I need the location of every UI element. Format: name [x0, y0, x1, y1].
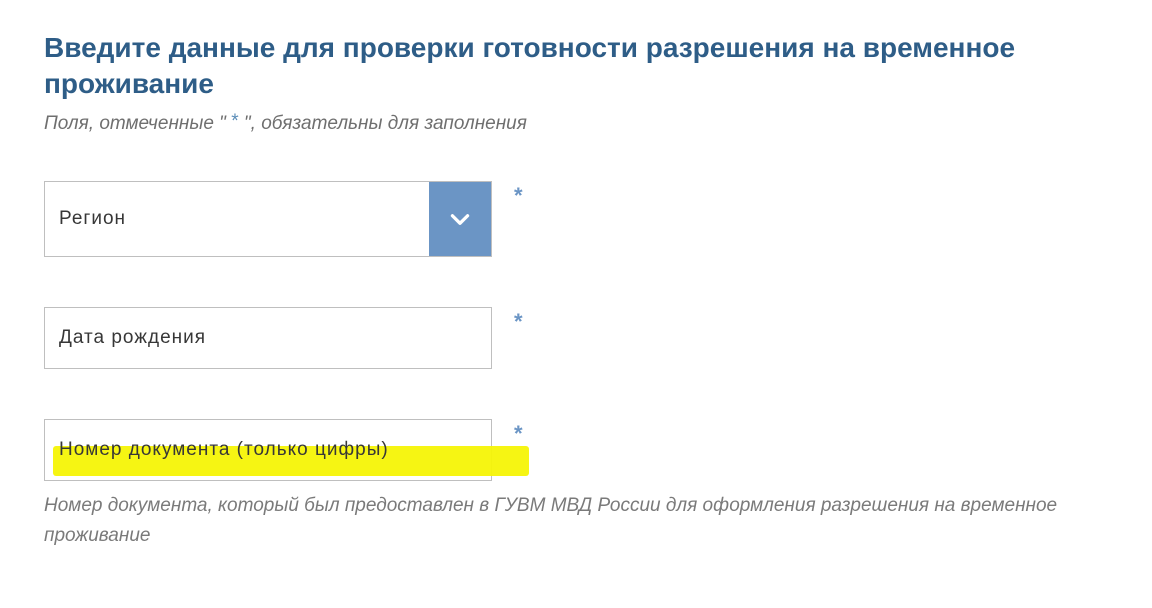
docnum-helper-text: Номер документа, который был предоставле… [44, 491, 1084, 552]
region-dropdown-button[interactable] [429, 182, 491, 256]
docnum-placeholder: Номер документа (только цифры) [59, 439, 389, 461]
chevron-down-icon [447, 206, 473, 232]
region-select[interactable]: Регион [44, 181, 492, 257]
required-star-inline: * [231, 111, 238, 132]
required-star: * [514, 183, 523, 209]
required-note-suffix: ", обязательны для заполнения [239, 113, 527, 134]
dob-placeholder: Дата рождения [59, 327, 206, 349]
region-select-label: Регион [45, 208, 429, 230]
field-row-docnum: Номер документа (только цифры) * [44, 419, 1112, 481]
required-star: * [514, 309, 523, 335]
field-row-dob: Дата рождения * [44, 307, 1112, 369]
required-note-prefix: Поля, отмеченные " [44, 113, 231, 134]
field-row-region: Регион * [44, 181, 1112, 257]
required-fields-note: Поля, отмеченные " * ", обязательны для … [44, 111, 1112, 135]
form-heading: Введите данные для проверки готовности р… [44, 30, 1112, 103]
required-star: * [514, 421, 523, 447]
docnum-field[interactable]: Номер документа (только цифры) [44, 419, 492, 481]
dob-field[interactable]: Дата рождения [44, 307, 492, 369]
